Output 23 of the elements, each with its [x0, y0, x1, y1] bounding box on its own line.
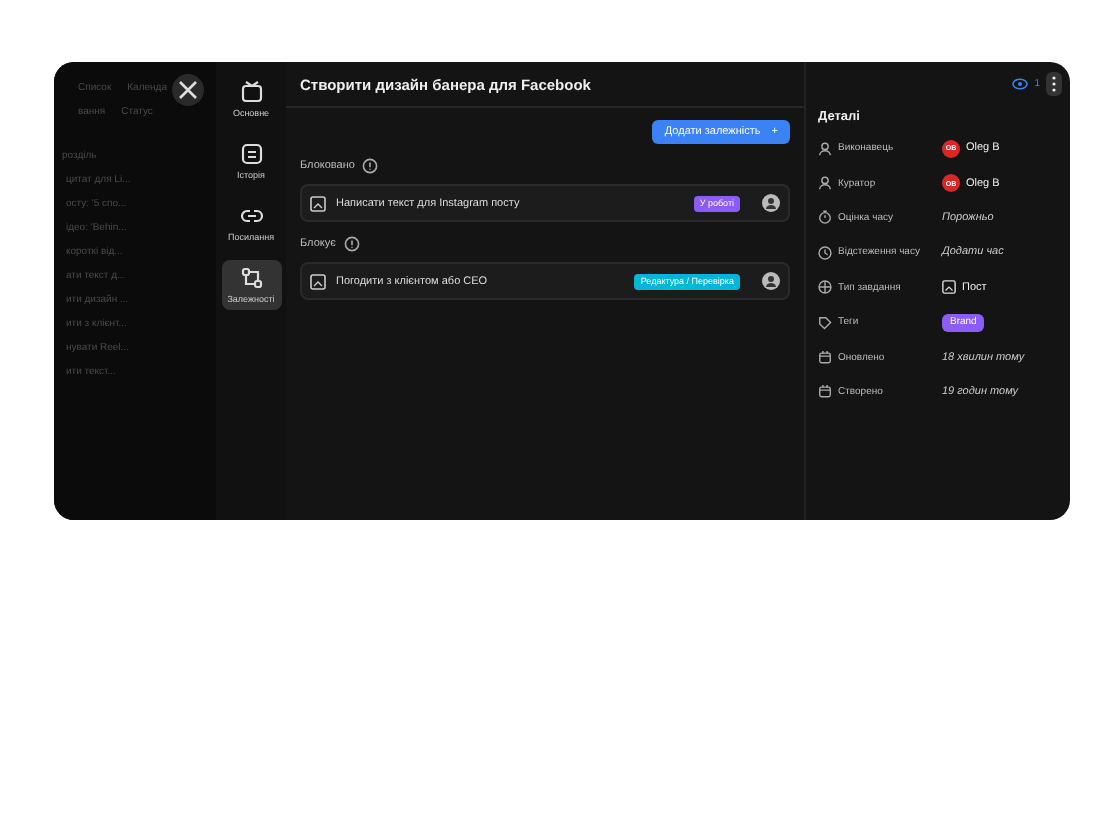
tab-icon	[239, 204, 263, 228]
close-icon	[178, 80, 198, 100]
close-button[interactable]	[172, 74, 204, 106]
info-icon	[362, 158, 379, 174]
field-icon	[818, 210, 832, 225]
more-button[interactable]	[1046, 72, 1062, 96]
field-icon	[818, 176, 832, 191]
image-icon	[942, 280, 956, 295]
user-icon	[762, 272, 780, 290]
field-icon	[818, 280, 832, 295]
field-icon	[818, 384, 832, 399]
image-icon	[310, 195, 326, 211]
field-icon	[818, 245, 832, 260]
field-icon	[818, 315, 832, 330]
image-icon	[310, 273, 326, 289]
eye-icon	[1012, 78, 1029, 90]
tab-icon	[239, 266, 263, 290]
tab-icon	[239, 80, 263, 104]
user-icon	[762, 194, 780, 212]
tab-icon	[239, 142, 263, 166]
field-icon	[818, 141, 832, 156]
field-icon	[818, 350, 832, 365]
info-icon	[343, 236, 360, 252]
